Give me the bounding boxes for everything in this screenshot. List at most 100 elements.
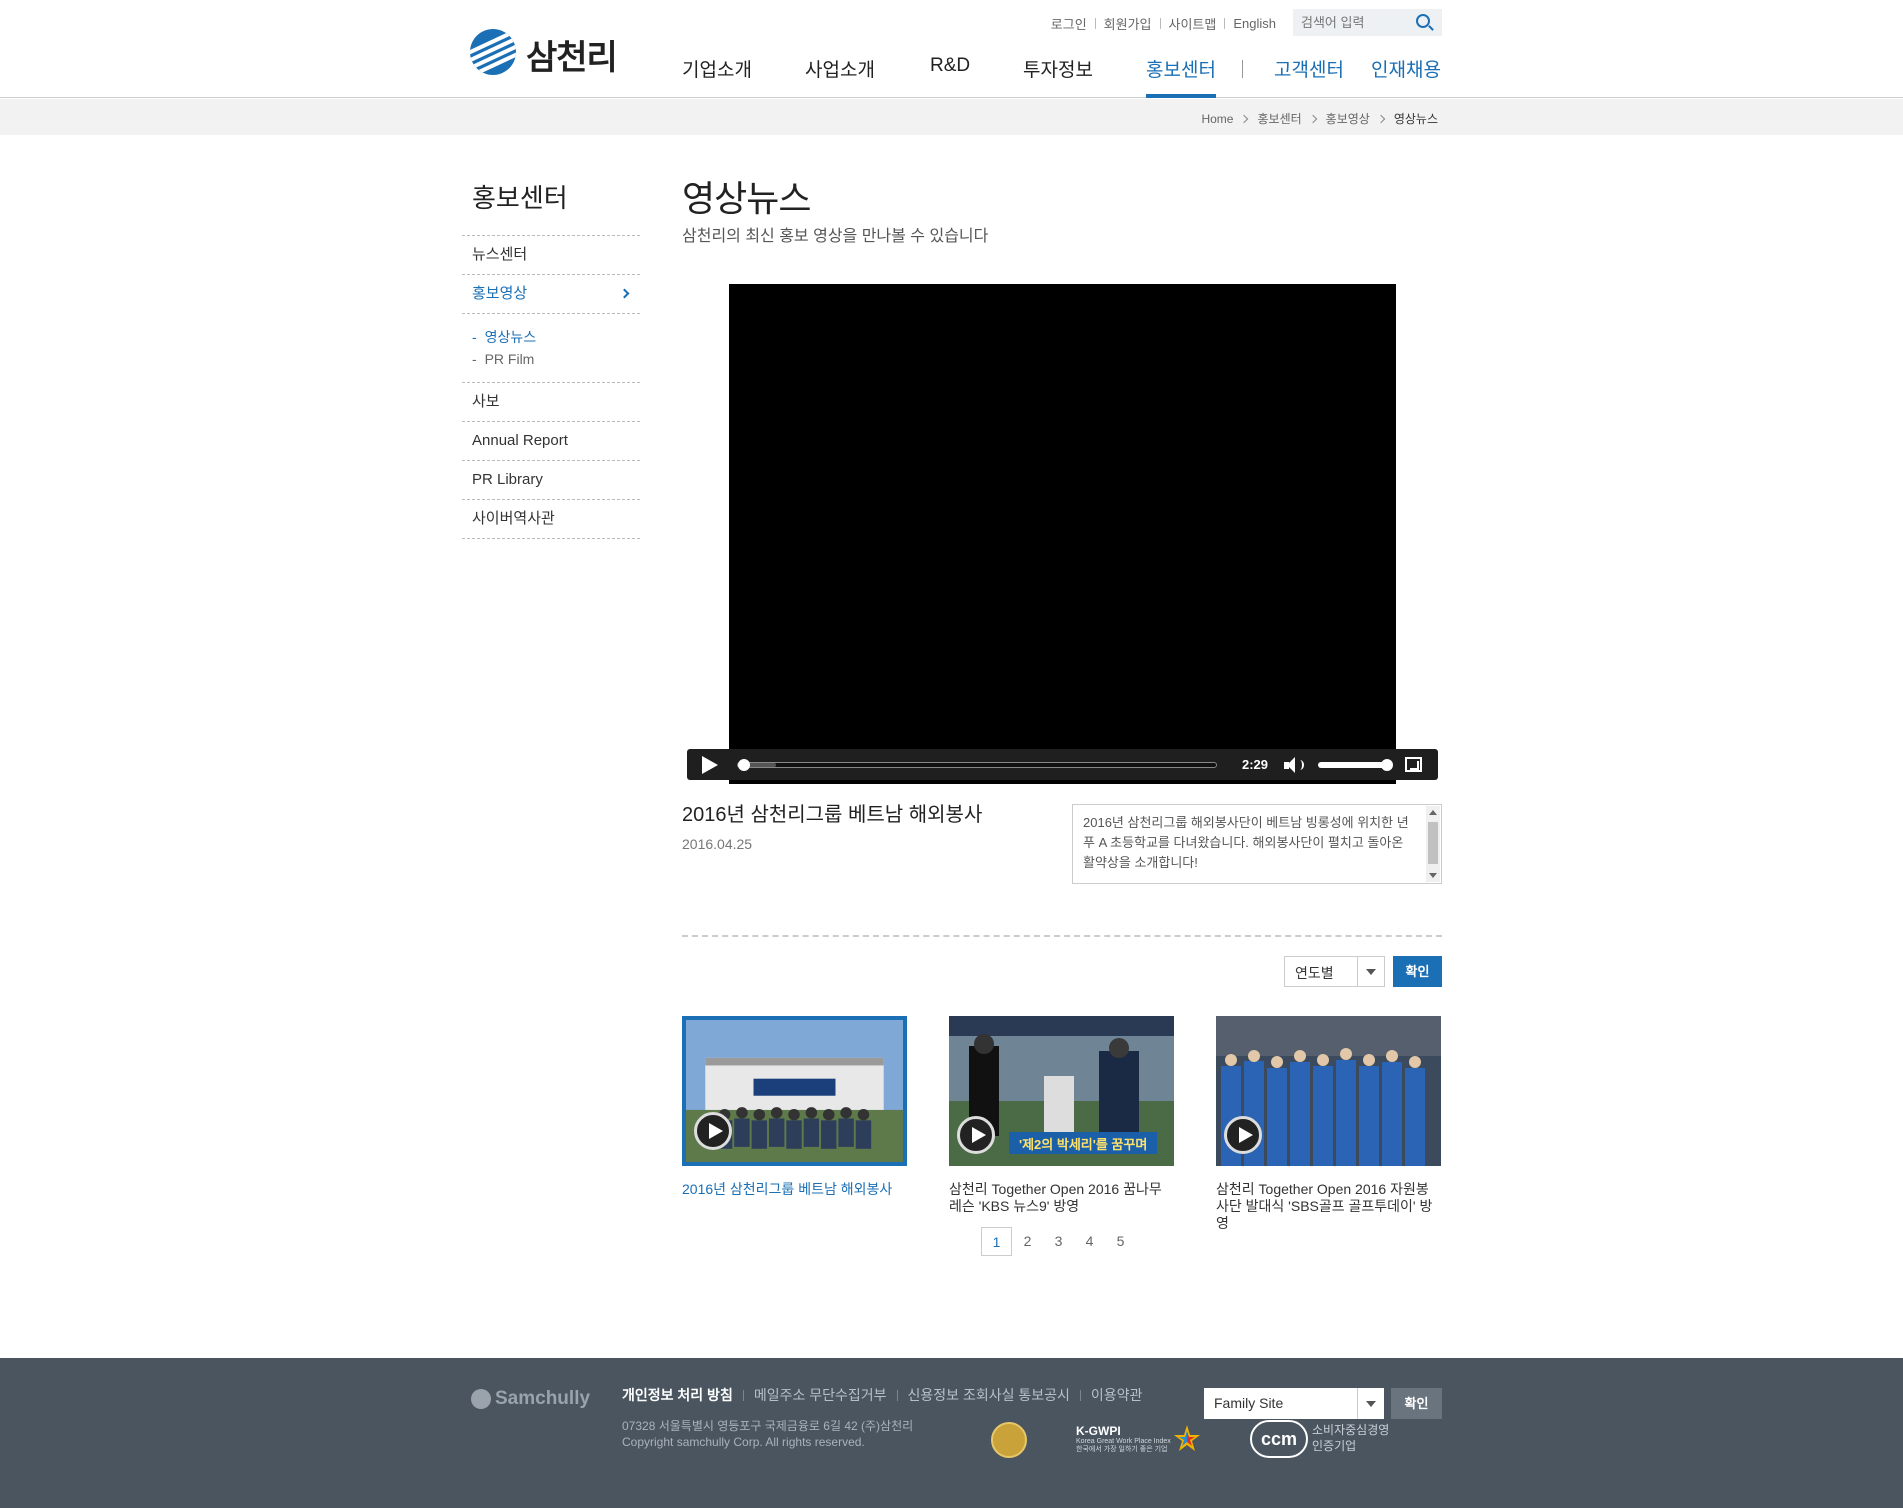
kgwpi-star-icon	[1174, 1425, 1200, 1451]
search-input[interactable]	[1295, 11, 1405, 34]
video-thumbnail[interactable]	[682, 1016, 907, 1166]
samchully-logo[interactable]: 삼천리	[470, 26, 630, 77]
footer-logo-text: Samchully	[495, 1388, 591, 1409]
volume-handle[interactable]	[1381, 759, 1393, 771]
email-refusal-link[interactable]: 메일주소 무단수집거부	[754, 1385, 887, 1405]
sitemap-link[interactable]: 사이트맵	[1169, 14, 1217, 33]
kgwpi-subtitle: Korea Great Work Place Index	[1076, 1438, 1171, 1445]
privacy-policy-link[interactable]: 개인정보 처리 방침	[622, 1385, 733, 1405]
logo-text: 삼천리	[526, 39, 618, 77]
volume-icon[interactable]	[1284, 757, 1306, 773]
sidebar-divider	[462, 538, 640, 539]
ccm-text: 소비자중심경영 인증기업	[1312, 1422, 1389, 1454]
sidebar-item-pr-library[interactable]: PR Library	[462, 460, 640, 499]
footer-address: 07328 서울특별시 영등포구 국제금융로 6길 42 (주)삼천리 Copy…	[622, 1418, 913, 1450]
confirm-button[interactable]: 확인	[1393, 956, 1442, 987]
sidebar-item-newsletter[interactable]: 사보	[462, 382, 640, 421]
video-card[interactable]: '제2의 박세리'를 꿈꾸며 삼천리 Together Open 2016 꿈나…	[949, 1016, 1174, 1215]
sidebar-item-pr-video[interactable]: 홍보영상	[462, 274, 640, 313]
gnb-business[interactable]: 사업소개	[805, 55, 875, 98]
breadcrumb-pr-center[interactable]: 홍보센터	[1257, 110, 1301, 127]
page-4-button[interactable]: 4	[1074, 1227, 1105, 1256]
sidebar-item-annual-report[interactable]: Annual Report	[462, 421, 640, 460]
utility-nav: 로그인 회원가입 사이트맵 English	[1051, 14, 1276, 33]
volume-slider[interactable]	[1318, 762, 1386, 768]
footer-logo-icon	[471, 1389, 491, 1409]
breadcrumb-pr-video[interactable]: 홍보영상	[1326, 110, 1370, 127]
video-card-caption[interactable]: 삼천리 Together Open 2016 자원봉사단 발대식 'SBS골프 …	[1216, 1181, 1441, 1232]
footer-logo: Samchully	[471, 1388, 590, 1410]
gnb-pr-center[interactable]: 홍보센터	[1146, 55, 1216, 98]
logo-mark-icon	[470, 29, 516, 75]
kgwpi-subtitle-ko: 한국에서 가장 일하기 좋은 기업	[1076, 1446, 1168, 1453]
pagination: 1 2 3 4 5	[981, 1227, 1136, 1256]
page-3-button[interactable]: 3	[1043, 1227, 1074, 1256]
video-title: 2016년 삼천리그룹 베트남 해외봉사	[682, 804, 983, 826]
video-card-caption[interactable]: 2016년 삼천리그룹 베트남 해외봉사	[682, 1181, 907, 1198]
family-site-value: Family Site	[1214, 1395, 1284, 1411]
chevron-right-icon	[1240, 114, 1249, 123]
side-nav-title: 홍보센터	[472, 183, 568, 213]
page-subtitle: 삼천리의 최신 홍보 영상을 만나볼 수 있습니다	[682, 228, 989, 245]
gnb-company[interactable]: 기업소개	[682, 55, 752, 98]
ccm-text-line1: 소비자중심경영	[1312, 1423, 1390, 1437]
video-thumbnail[interactable]: '제2의 박세리'를 꿈꾸며	[949, 1016, 1174, 1166]
ccm-text-line2: 인증기업	[1312, 1439, 1357, 1453]
time-display: 2:29	[1242, 757, 1269, 772]
login-link[interactable]: 로그인	[1051, 14, 1087, 33]
seek-bar[interactable]	[737, 759, 1217, 771]
breadcrumb-home[interactable]: Home	[1201, 112, 1233, 126]
english-link[interactable]: English	[1233, 16, 1276, 31]
credit-info-link[interactable]: 신용정보 조회사실 통보공시	[908, 1385, 1070, 1405]
ccm-logo: ccm	[1250, 1420, 1308, 1458]
sidebar-item-cyber-museum[interactable]: 사이버역사관	[462, 499, 640, 538]
gnb-investor[interactable]: 투자정보	[1023, 55, 1093, 98]
chevron-down-icon	[1366, 969, 1376, 975]
search-icon[interactable]	[1416, 14, 1430, 28]
kgwpi-badge: K-GWPI Korea Great Work Place Index 한국에서…	[1076, 1424, 1171, 1454]
play-icon[interactable]	[1224, 1116, 1262, 1154]
footer-links: 개인정보 처리 방침 메일주소 무단수집거부 신용정보 조회사실 통보공시 이용…	[622, 1385, 1142, 1405]
sidebar-subitem-pr-film[interactable]: PR Film	[472, 348, 640, 370]
section-divider	[682, 935, 1442, 937]
page-1-button[interactable]: 1	[981, 1227, 1012, 1256]
scrollbar[interactable]	[1426, 806, 1440, 882]
video-thumbnail[interactable]	[1216, 1016, 1441, 1166]
side-nav: 홍보센터 뉴스센터 홍보영상 영상뉴스 PR Film 사보 Annual Re…	[462, 178, 640, 539]
sidebar-submenu: 영상뉴스 PR Film	[462, 313, 640, 382]
gnb-rnd[interactable]: R&D	[930, 55, 970, 98]
chevron-down-icon	[1366, 1401, 1376, 1407]
sidebar-subitem-video-news[interactable]: 영상뉴스	[472, 326, 640, 348]
video-card-caption[interactable]: 삼천리 Together Open 2016 꿈나무레슨 'KBS 뉴스9' 방…	[949, 1181, 1174, 1215]
chevron-right-icon	[1376, 114, 1386, 123]
video-card[interactable]: 2016년 삼천리그룹 베트남 해외봉사	[682, 1016, 907, 1198]
family-site-confirm-button[interactable]: 확인	[1391, 1388, 1442, 1419]
seek-handle[interactable]	[738, 759, 750, 771]
site-header: 삼천리 로그인 회원가입 사이트맵 English 기업소개 사업소개 R&D …	[0, 0, 1903, 98]
year-select[interactable]: 연도별	[1284, 956, 1385, 987]
play-icon[interactable]	[694, 1112, 732, 1150]
chevron-right-icon	[619, 288, 630, 299]
video-description: 2016년 삼천리그룹 해외봉사단이 베트남 빙롱성에 위치한 년푸 A 초등학…	[1072, 804, 1442, 884]
terms-link[interactable]: 이용약관	[1091, 1385, 1143, 1405]
gnb-divider	[1242, 60, 1243, 78]
gnb-customer[interactable]: 고객센터	[1274, 55, 1344, 98]
sidebar-item-label: 홍보영상	[472, 285, 528, 302]
play-icon[interactable]	[702, 756, 718, 774]
page-title: 영상뉴스	[682, 178, 811, 219]
play-icon[interactable]	[957, 1116, 995, 1154]
family-site-select[interactable]: Family Site	[1204, 1388, 1384, 1419]
page-5-button[interactable]: 5	[1105, 1227, 1136, 1256]
page-2-button[interactable]: 2	[1012, 1227, 1043, 1256]
video-card[interactable]: 삼천리 Together Open 2016 자원봉사단 발대식 'SBS골프 …	[1216, 1016, 1441, 1232]
address-text: 07328 서울특별시 영등포구 국제금융로 6길 42 (주)삼천리	[622, 1419, 914, 1433]
video-player[interactable]	[729, 284, 1396, 784]
location-bar: Home 홍보센터 홍보영상 영상뉴스	[0, 99, 1903, 135]
fullscreen-icon[interactable]	[1405, 757, 1422, 772]
copyright-text: Copyright samchully Corp. All rights res…	[622, 1435, 865, 1449]
sidebar-item-news[interactable]: 뉴스센터	[462, 235, 640, 274]
video-description-text: 2016년 삼천리그룹 해외봉사단이 베트남 빙롱성에 위치한 년푸 A 초등학…	[1083, 815, 1409, 870]
signup-link[interactable]: 회원가입	[1104, 14, 1152, 33]
video-controls: 2:29	[687, 749, 1438, 780]
gnb-recruit[interactable]: 인재채용	[1371, 55, 1441, 98]
